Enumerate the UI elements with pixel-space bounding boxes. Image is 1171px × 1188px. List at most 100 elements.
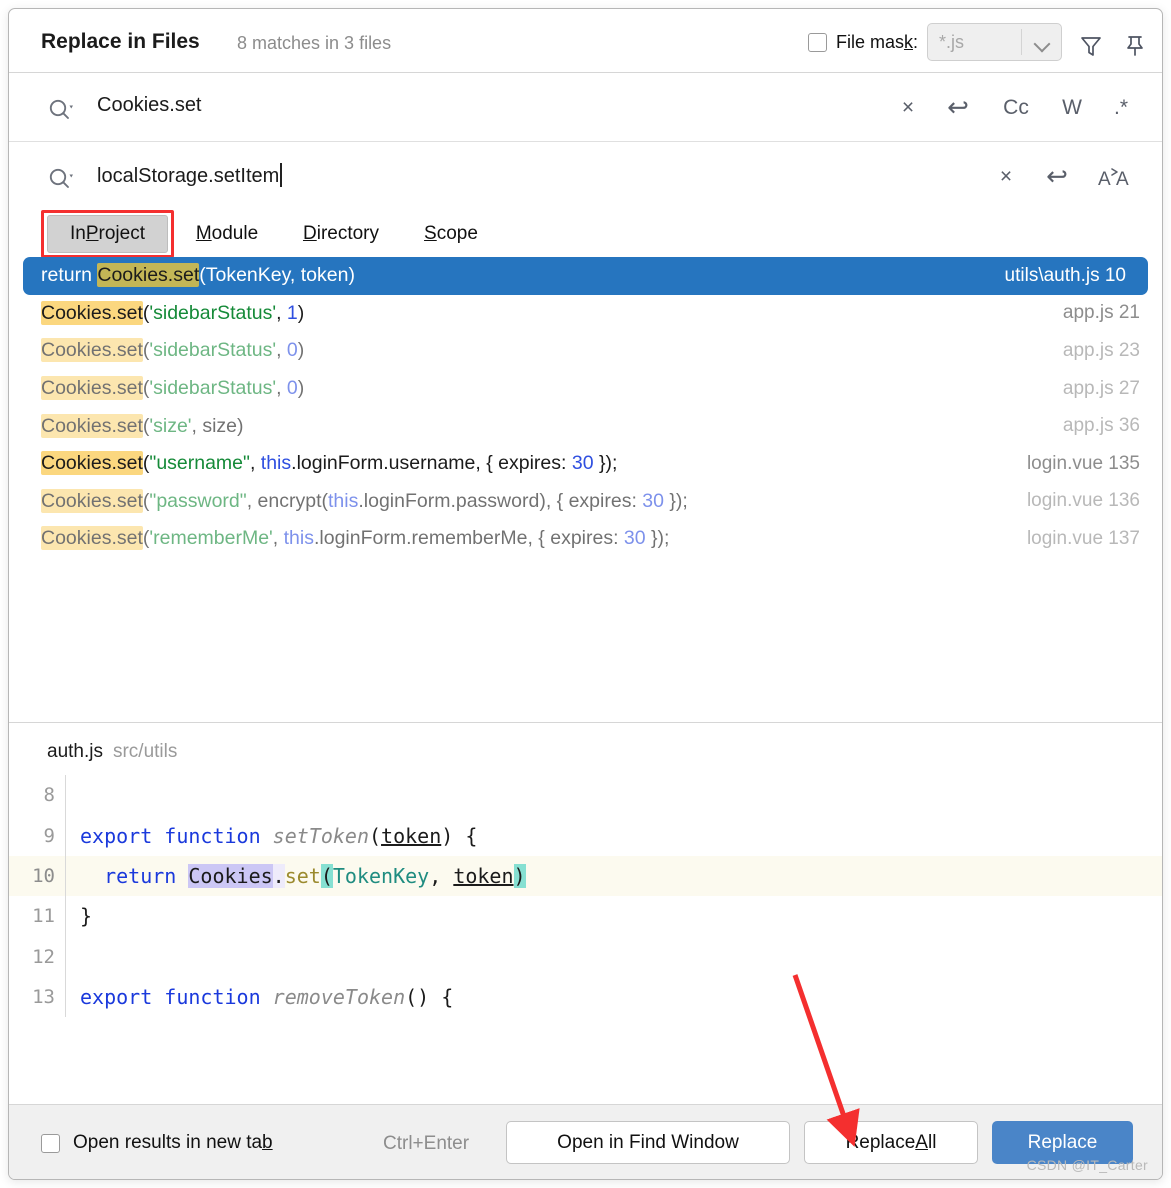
code-token: ) xyxy=(513,863,526,888)
filter-icon[interactable] xyxy=(1078,33,1104,64)
open-new-tab-group: Open results in new tab xyxy=(41,1132,273,1154)
code-token: export function xyxy=(80,823,273,848)
scope-tab-mnemonic: S xyxy=(424,223,437,244)
pin-icon[interactable] xyxy=(1122,33,1148,64)
code-string: 'sidebarStatus' xyxy=(149,301,277,324)
code-text: , xyxy=(276,377,287,400)
file-mask-group: File mask: *.js xyxy=(807,23,1062,61)
scope-tab-label: odule xyxy=(211,223,259,244)
file-mask-colon: : xyxy=(912,31,918,52)
editor-line: 11} xyxy=(9,896,1162,937)
result-code: Cookies.set('sidebarStatus', 1) xyxy=(41,300,304,325)
find-clear-icon[interactable]: × xyxy=(886,73,930,142)
code-token: token xyxy=(453,863,514,888)
code-token: token xyxy=(381,823,442,848)
file-mask-combobox[interactable]: *.js xyxy=(927,23,1062,61)
replace-search-icon[interactable] xyxy=(47,166,75,197)
code-text: , xyxy=(276,339,287,362)
annotation-highlight-box xyxy=(41,210,174,258)
file-mask-mnemonic: k xyxy=(903,31,913,52)
replace-in-files-dialog: Replace in Files 8 matches in 3 files Fi… xyxy=(8,8,1163,1180)
code-text: ) xyxy=(297,377,305,400)
result-row[interactable]: Cookies.set('sidebarStatus', 1) app.js 21 xyxy=(9,295,1162,333)
result-row[interactable]: Cookies.set('sidebarStatus', 0) app.js 23 xyxy=(9,332,1162,370)
open-new-tab-label: Open results in new tab xyxy=(73,1132,273,1154)
code-token: ) { xyxy=(441,823,478,848)
code-string: 'rememberMe' xyxy=(149,527,273,550)
editor-line-text: export function setToken(token) { xyxy=(66,824,477,848)
code-token: set xyxy=(284,863,321,888)
editor-line: 9 export function setToken(token) { xyxy=(9,815,1162,856)
replace-row: localStorage.setItem × ↩ AA xyxy=(9,142,1162,211)
file-mask-label: File mask: xyxy=(836,32,918,53)
replace-all-button[interactable]: Replace All xyxy=(804,1121,978,1164)
scope-tab-module[interactable]: Module xyxy=(184,215,270,253)
code-token: setToken xyxy=(272,823,369,848)
code-text: , xyxy=(276,301,287,324)
result-location: app.js 27 xyxy=(1062,377,1140,399)
result-location: login.vue 136 xyxy=(1026,490,1140,512)
result-row[interactable]: Cookies.set('sidebarStatus', 0) app.js 27 xyxy=(9,370,1162,408)
dialog-header: Replace in Files 8 matches in 3 files Fi… xyxy=(9,9,1162,73)
match-case-toggle[interactable]: Cc xyxy=(986,73,1046,142)
preview-file-name: auth.js xyxy=(47,741,103,762)
result-row[interactable]: Cookies.set('size', size) app.js 36 xyxy=(9,407,1162,445)
whole-words-toggle[interactable]: W xyxy=(1046,73,1098,142)
code-number: 30 xyxy=(571,452,594,475)
result-row[interactable]: Cookies.set('rememberMe', this.loginForm… xyxy=(9,520,1162,558)
preview-file-path: src/utils xyxy=(112,741,178,762)
line-number: 8 xyxy=(43,784,55,807)
match-highlight: Cookies.set xyxy=(41,338,143,363)
file-mask-label-text: File mas xyxy=(835,31,904,52)
editor-line: 13 export function removeToken() { xyxy=(9,976,1162,1018)
code-text: , xyxy=(249,452,261,475)
code-token: TokenKey xyxy=(332,863,430,888)
gutter-divider xyxy=(65,936,66,977)
replace-all-mnemonic: A xyxy=(915,1131,928,1153)
file-mask-checkbox[interactable] xyxy=(807,32,827,52)
preserve-case-toggle[interactable]: AA xyxy=(1086,142,1144,211)
code-text: }); xyxy=(645,527,670,550)
scope-tab-mnemonic: D xyxy=(302,223,317,244)
preview-editor[interactable]: 8 9 export function setToken(token) {10 re… xyxy=(9,775,1162,1046)
open-in-find-window-button[interactable]: Open in Find Window xyxy=(506,1121,790,1164)
code-text: , xyxy=(272,527,284,550)
scope-tab-scope[interactable]: Scope xyxy=(412,215,490,253)
result-row[interactable]: Cookies.set("password", encrypt(this.log… xyxy=(9,483,1162,521)
search-icon[interactable] xyxy=(47,97,75,128)
shortcut-hint: Ctrl+Enter xyxy=(383,1133,470,1154)
scope-tabs: In Project Module Directory Scope xyxy=(9,210,1162,258)
code-string: "username" xyxy=(149,452,250,475)
svg-text:A: A xyxy=(1116,169,1129,190)
result-row[interactable]: return Cookies.set(TokenKey, token) utils… xyxy=(23,257,1148,295)
replace-clear-icon[interactable]: × xyxy=(984,142,1028,211)
chevron-down-icon xyxy=(1033,35,1051,53)
result-code: Cookies.set("username", this.loginForm.u… xyxy=(41,451,617,476)
code-number: 1 xyxy=(286,301,298,324)
find-input[interactable]: Cookies.set xyxy=(97,94,202,117)
result-location: app.js 21 xyxy=(1062,302,1140,324)
find-history-icon[interactable]: ↩ xyxy=(930,73,986,142)
search-results-list[interactable]: return Cookies.set(TokenKey, token) utils… xyxy=(9,257,1162,722)
scope-tab-directory[interactable]: Directory xyxy=(286,215,396,253)
editor-line-text: export function removeToken() { xyxy=(66,985,453,1009)
svg-text:A: A xyxy=(1098,169,1111,190)
replace-history-icon[interactable]: ↩ xyxy=(1028,142,1086,211)
replace-all-text: Replace xyxy=(845,1131,916,1153)
editor-line: 10 return Cookies.set(TokenKey, token) xyxy=(9,855,1162,897)
replace-actions: × ↩ AA xyxy=(984,142,1144,211)
code-token: () { xyxy=(405,985,454,1010)
regex-toggle[interactable]: .* xyxy=(1098,73,1144,142)
code-token: ( xyxy=(320,863,333,888)
code-string: "password" xyxy=(149,489,247,512)
code-token: Cookies xyxy=(188,863,273,888)
match-highlight: Cookies.set xyxy=(41,376,143,401)
match-highlight: Cookies.set xyxy=(41,451,143,476)
result-row[interactable]: Cookies.set("username", this.loginForm.u… xyxy=(9,445,1162,483)
open-new-tab-checkbox[interactable] xyxy=(41,1133,60,1153)
code-keyword: this xyxy=(327,489,359,512)
code-string: 'sidebarStatus' xyxy=(149,339,277,362)
result-location: utils\auth.js 10 xyxy=(1004,264,1126,286)
result-location: app.js 23 xyxy=(1062,339,1140,361)
replace-input[interactable]: localStorage.setItem xyxy=(97,163,282,188)
